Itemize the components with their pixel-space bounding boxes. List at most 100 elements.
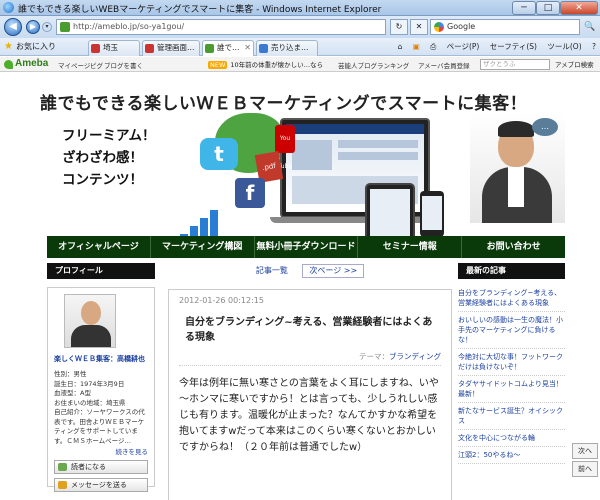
blog-page: 誰でもできる楽しいＷＥＢマーケティングでスマートに集客！ フリーミアム！ ざわざ… — [0, 73, 600, 500]
facebook-icon: f — [235, 178, 265, 208]
favorites-tab-bar: お気に入り 埼玉 管理画面… 誰で… ✕ 売り込ま… ⌂ ▣ ⎙ ページ(P) … — [0, 38, 600, 56]
ameba-logo[interactable]: Ameba — [4, 58, 48, 69]
article-pager: 記事一覧 次ページ >> — [168, 263, 452, 279]
url-input[interactable]: http://ameblo.jp/so-ya1gou/ — [56, 19, 386, 35]
address-bar: ◀ ▶ ▾ http://ameblo.jp/so-ya1gou/ ↻ ✕ Go… — [0, 16, 600, 38]
article-title[interactable]: 自分をブランディング~考える、営業経験者にはよくある現象 — [179, 315, 441, 345]
send-message-button[interactable]: メッセージを送る — [54, 478, 148, 492]
tab-label: 誰で… — [217, 43, 240, 52]
global-nav: オフィシャルページ マーケティング構図 無料小冊子ダウンロード セミナー情報 お… — [47, 236, 565, 258]
read-more-link[interactable]: 続きを見る — [54, 446, 149, 456]
tab-close-icon[interactable]: ✕ — [244, 41, 251, 55]
print-icon[interactable]: ⎙ — [430, 42, 436, 51]
youtube-icon: You Tube — [275, 125, 295, 170]
recent-post-link[interactable]: 今絶対に大切な事！フットワークだけは負けないぞ！ — [458, 349, 565, 376]
become-reader-button[interactable]: 読者になる — [54, 460, 148, 474]
article-theme: テーマ：ブランディング — [179, 351, 441, 366]
ameba-search-button[interactable]: アメブロ検索 — [555, 59, 594, 69]
article-date: 2012-01-26 00:12:15 — [179, 296, 264, 305]
tab-label: 管理画面… — [157, 43, 195, 52]
profile-birthday: 誕生日：1974年3月9日 — [54, 379, 125, 388]
theme-link[interactable]: ブランディング — [389, 352, 441, 361]
profile-intro: 自己紹介：ソーヤワークスの代表です。田舎よりＷＥＢマーケティングをサポートしてい… — [54, 408, 145, 445]
tab-sales[interactable]: 売り込ま… — [256, 40, 318, 56]
url-text: http://ameblo.jp/so-ya1gou/ — [73, 22, 185, 31]
tab-current[interactable]: 誰で… ✕ — [202, 40, 254, 56]
recent-post-link[interactable]: 江頭2：50やるね～ — [458, 447, 565, 464]
slogan-line: コンテンツ！ — [62, 172, 143, 188]
recent-post-link[interactable]: タダヤサイドットコムより見当！最新！ — [458, 376, 565, 403]
tab-favicon-icon — [259, 44, 268, 53]
nav-official-page[interactable]: オフィシャルページ — [47, 236, 151, 258]
search-input[interactable]: Google — [430, 19, 580, 35]
safety-menu[interactable]: セーフティ(S) — [490, 42, 537, 51]
search-go-button[interactable]: 🔍 — [582, 19, 598, 35]
favorites-button[interactable]: お気に入り — [4, 40, 56, 54]
profile-blood-type: 血液型：A型 — [54, 389, 91, 397]
pigg-link[interactable]: ピグ — [90, 60, 103, 70]
help-menu[interactable]: ? — [592, 42, 596, 51]
blog-title[interactable]: 誰でもできる楽しいＷＥＢマーケティングでスマートに集客！ — [40, 89, 560, 114]
close-button[interactable]: ✕ — [560, 1, 598, 15]
reader-button-label: 読者になる — [71, 463, 106, 471]
register-link[interactable]: アメーバ会員登録 — [418, 60, 470, 70]
article-list-link[interactable]: 記事一覧 — [256, 266, 288, 275]
search-engine-label: Google — [447, 22, 476, 31]
stop-button[interactable]: ✕ — [410, 19, 428, 35]
message-icon — [58, 481, 67, 489]
ameba-search-input[interactable]: ザクとうふ — [480, 59, 550, 70]
theme-label: テーマ： — [359, 352, 390, 361]
mypage-link[interactable]: マイページ — [58, 60, 90, 70]
message-button-label: メッセージを送る — [71, 481, 127, 489]
new-badge: NEW — [208, 61, 228, 69]
profile-avatar[interactable] — [64, 294, 116, 348]
window-title: 誰でもできる楽しいWEBマーケティングでスマートに集客 - Windows In… — [18, 5, 382, 15]
tab-favicon-icon — [145, 44, 154, 53]
nav-contact[interactable]: お問い合わせ — [462, 236, 565, 258]
maximize-button[interactable]: □ — [536, 1, 560, 15]
history-dropdown-icon[interactable]: ▾ — [42, 22, 52, 32]
tab-admin[interactable]: 管理画面… — [142, 40, 200, 56]
article-entry: 2012-01-26 00:12:15 自分をブランディング~考える、営業経験者… — [168, 289, 452, 500]
forward-button[interactable]: ▶ — [26, 20, 40, 34]
command-bar: ⌂ ▣ ⎙ ページ(P) セーフティ(S) ツール(O) ? — [390, 41, 596, 52]
recent-post-link[interactable]: 新たなサービス誕生？オイシックス — [458, 403, 565, 430]
nav-marketing[interactable]: マーケティング構図 — [151, 236, 255, 258]
scroll-next-button[interactable]: 次へ — [572, 443, 598, 459]
feeds-icon[interactable]: ▣ — [413, 42, 420, 51]
tab-saitama[interactable]: 埼玉 — [88, 40, 140, 56]
ranking-link[interactable]: 芸能人ブログランキング — [338, 60, 409, 70]
right-sidebar: 最新の記事 自分をブランディング~考える、営業経験者にはよくある現象 おいしいの… — [458, 263, 565, 464]
left-sidebar: プロフィール 楽しくＷＥＢ集客：高橋耕也 性別：男性 誕生日：1974年3月9日… — [47, 263, 155, 492]
speech-bubble-icon: … — [532, 118, 558, 136]
page-menu[interactable]: ページ(P) — [447, 42, 480, 51]
twitter-icon: t — [200, 138, 238, 170]
tab-favicon-icon — [205, 44, 214, 53]
reader-icon — [58, 463, 67, 471]
news-ticker[interactable]: NEW 10年前の体重が懐かしい…なら — [208, 59, 323, 69]
write-blog-link[interactable]: ブログを書く — [104, 60, 143, 70]
scroll-prev-button[interactable]: 前へ — [572, 461, 598, 477]
recent-post-link[interactable]: おいしいの感動は一生の魔法！小手先のマーケティングに負けるな！ — [458, 312, 565, 349]
slogan-line: ざわざわ感！ — [62, 150, 143, 166]
home-icon[interactable]: ⌂ — [398, 42, 403, 51]
recent-post-link[interactable]: 文化を中心につながる輪 — [458, 430, 565, 447]
slogan-line: フリーミアム！ — [62, 128, 156, 144]
recent-post-link[interactable]: 自分をブランディング~考える、営業経験者にはよくある現象 — [458, 285, 565, 312]
phone-illustration — [420, 191, 444, 237]
tab-label: 埼玉 — [103, 43, 118, 52]
nav-seminar[interactable]: セミナー情報 — [358, 236, 463, 258]
profile-name-link[interactable]: 楽しくＷＥＢ集客：高橋耕也 — [54, 354, 148, 364]
ie-logo-icon — [3, 2, 14, 13]
recent-posts-heading: 最新の記事 — [458, 263, 565, 279]
nav-free-booklet[interactable]: 無料小冊子ダウンロード — [255, 236, 359, 258]
minimize-button[interactable]: ─ — [512, 1, 536, 15]
profile-region: お住まいの地域：埼玉県 — [54, 398, 126, 407]
next-page-link[interactable]: 次ページ >> — [302, 264, 365, 278]
back-button[interactable]: ◀ — [4, 18, 22, 36]
main-content: 記事一覧 次ページ >> 2012-01-26 00:12:15 自分をブランデ… — [168, 263, 452, 500]
profile-box: 楽しくＷＥＢ集客：高橋耕也 性別：男性 誕生日：1974年3月9日 血液型：A型… — [47, 287, 155, 492]
tools-menu[interactable]: ツール(O) — [547, 42, 581, 51]
article-body: 今年は例年に無い寒さとの言葉をよく耳にしますね、いや～ホンマに寒いですから！とは… — [179, 378, 439, 453]
refresh-button[interactable]: ↻ — [390, 19, 408, 35]
